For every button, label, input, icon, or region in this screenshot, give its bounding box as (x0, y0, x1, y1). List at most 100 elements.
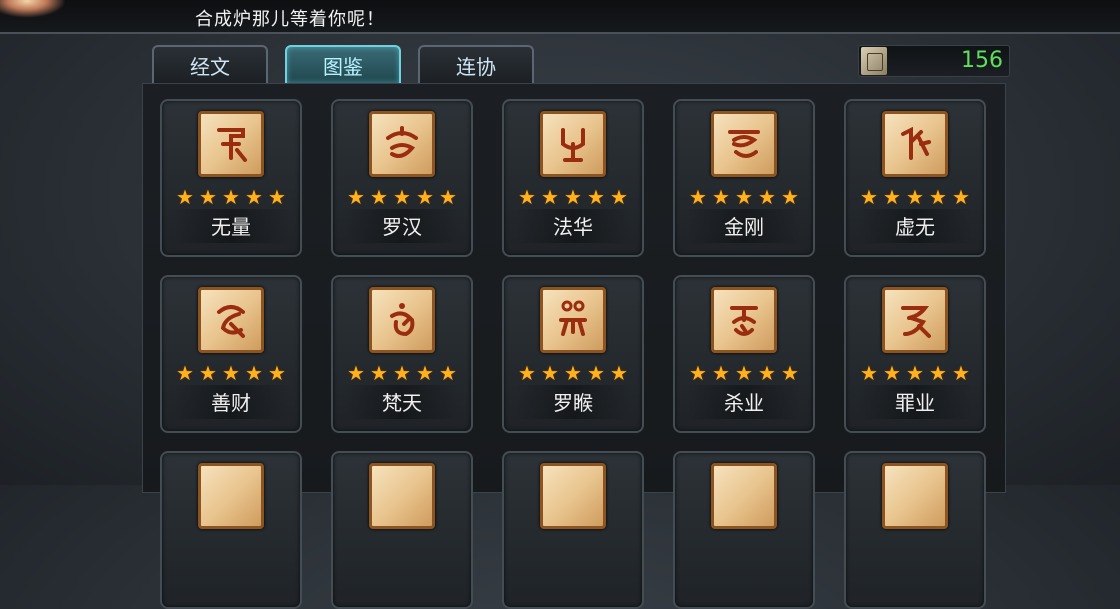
rune-icon (711, 287, 777, 353)
star-icon: ★ (370, 185, 388, 209)
star-icon: ★ (929, 185, 947, 209)
star-icon: ★ (347, 361, 365, 385)
star-rating: ★ ★ ★ ★ ★ (347, 363, 459, 385)
star-icon: ★ (883, 185, 901, 209)
rune-icon (369, 463, 435, 529)
star-icon: ★ (199, 185, 217, 209)
star-icon: ★ (518, 185, 536, 209)
card-luohan[interactable]: ★ ★ ★ ★ ★ 罗汉 (331, 99, 473, 257)
star-icon: ★ (245, 185, 263, 209)
rune-icon (882, 287, 948, 353)
star-icon: ★ (952, 361, 970, 385)
card-row3-3[interactable] (502, 451, 644, 609)
star-icon: ★ (176, 185, 194, 209)
star-rating: ★ ★ ★ ★ ★ (860, 363, 972, 385)
rune-icon (198, 111, 264, 177)
card-row3-1[interactable] (160, 451, 302, 609)
star-icon: ★ (199, 361, 217, 385)
star-rating: ★ ★ ★ ★ ★ (689, 363, 801, 385)
card-name: 虚无 (895, 215, 935, 239)
tab-synergy[interactable]: 连协 (418, 45, 534, 83)
card-name: 善财 (211, 391, 251, 415)
rune-icon (369, 287, 435, 353)
tab-collection[interactable]: 图鉴 (285, 45, 401, 83)
star-icon: ★ (393, 185, 411, 209)
card-name: 罪业 (895, 391, 935, 415)
card-xuwu[interactable]: ★ ★ ★ ★ ★ 虚无 (844, 99, 986, 257)
star-icon: ★ (222, 185, 240, 209)
star-icon: ★ (689, 361, 707, 385)
star-icon: ★ (347, 185, 365, 209)
card-fahua[interactable]: ★ ★ ★ ★ ★ 法华 (502, 99, 644, 257)
card-row3-5[interactable] (844, 451, 986, 609)
card-luohou[interactable]: ★ ★ ★ ★ ★ 罗睺 (502, 275, 644, 433)
currency-display: 156 (858, 45, 1010, 77)
star-icon: ★ (268, 185, 286, 209)
rune-icon (198, 463, 264, 529)
rune-icon (369, 111, 435, 177)
star-rating: ★ ★ ★ ★ ★ (518, 363, 630, 385)
star-icon: ★ (883, 361, 901, 385)
card-zuiye[interactable]: ★ ★ ★ ★ ★ 罪业 (844, 275, 986, 433)
star-icon: ★ (564, 361, 582, 385)
rune-icon (198, 287, 264, 353)
star-icon: ★ (541, 361, 559, 385)
card-name: 杀业 (724, 391, 764, 415)
currency-value: 156 (961, 48, 1003, 73)
star-icon: ★ (518, 361, 536, 385)
star-icon: ★ (587, 185, 605, 209)
star-icon: ★ (906, 361, 924, 385)
card-row3-2[interactable] (331, 451, 473, 609)
star-icon: ★ (439, 185, 457, 209)
card-name: 罗睺 (553, 391, 593, 415)
star-rating: ★ ★ ★ ★ ★ (347, 187, 459, 209)
star-rating: ★ ★ ★ ★ ★ (689, 187, 801, 209)
rune-icon (882, 463, 948, 529)
star-rating: ★ ★ ★ ★ ★ (518, 187, 630, 209)
star-icon: ★ (541, 185, 559, 209)
card-row3-4[interactable] (673, 451, 815, 609)
star-icon: ★ (610, 361, 628, 385)
top-bar: 合成炉那儿等着你呢！ (0, 0, 1120, 34)
star-rating: ★ ★ ★ ★ ★ (176, 363, 288, 385)
star-icon: ★ (564, 185, 582, 209)
star-rating: ★ ★ ★ ★ ★ (860, 187, 972, 209)
card-name: 罗汉 (382, 215, 422, 239)
star-icon: ★ (712, 361, 730, 385)
star-icon: ★ (176, 361, 194, 385)
star-icon: ★ (929, 361, 947, 385)
card-fantian[interactable]: ★ ★ ★ ★ ★ 梵天 (331, 275, 473, 433)
card-name: 金刚 (724, 215, 764, 239)
tab-scriptures[interactable]: 经文 (152, 45, 268, 83)
star-icon: ★ (781, 185, 799, 209)
star-icon: ★ (906, 185, 924, 209)
star-icon: ★ (758, 361, 776, 385)
star-icon: ★ (393, 361, 411, 385)
rune-icon (882, 111, 948, 177)
card-name: 无量 (211, 215, 251, 239)
star-icon: ★ (952, 185, 970, 209)
star-icon: ★ (439, 361, 457, 385)
rune-icon (711, 463, 777, 529)
card-jingang[interactable]: ★ ★ ★ ★ ★ 金刚 (673, 99, 815, 257)
star-icon: ★ (735, 361, 753, 385)
rune-icon (540, 111, 606, 177)
card-shancai[interactable]: ★ ★ ★ ★ ★ 善财 (160, 275, 302, 433)
avatar[interactable] (0, 0, 66, 18)
scroll-icon (861, 47, 887, 75)
card-name: 梵天 (382, 391, 422, 415)
star-icon: ★ (587, 361, 605, 385)
card-shaye[interactable]: ★ ★ ★ ★ ★ 杀业 (673, 275, 815, 433)
rune-icon (540, 463, 606, 529)
star-icon: ★ (245, 361, 263, 385)
star-icon: ★ (610, 185, 628, 209)
star-icon: ★ (416, 361, 434, 385)
star-icon: ★ (712, 185, 730, 209)
star-icon: ★ (268, 361, 286, 385)
star-icon: ★ (781, 361, 799, 385)
star-rating: ★ ★ ★ ★ ★ (176, 187, 288, 209)
card-wuliang[interactable]: ★ ★ ★ ★ ★ 无量 (160, 99, 302, 257)
star-icon: ★ (222, 361, 240, 385)
rune-icon (711, 111, 777, 177)
star-icon: ★ (370, 361, 388, 385)
